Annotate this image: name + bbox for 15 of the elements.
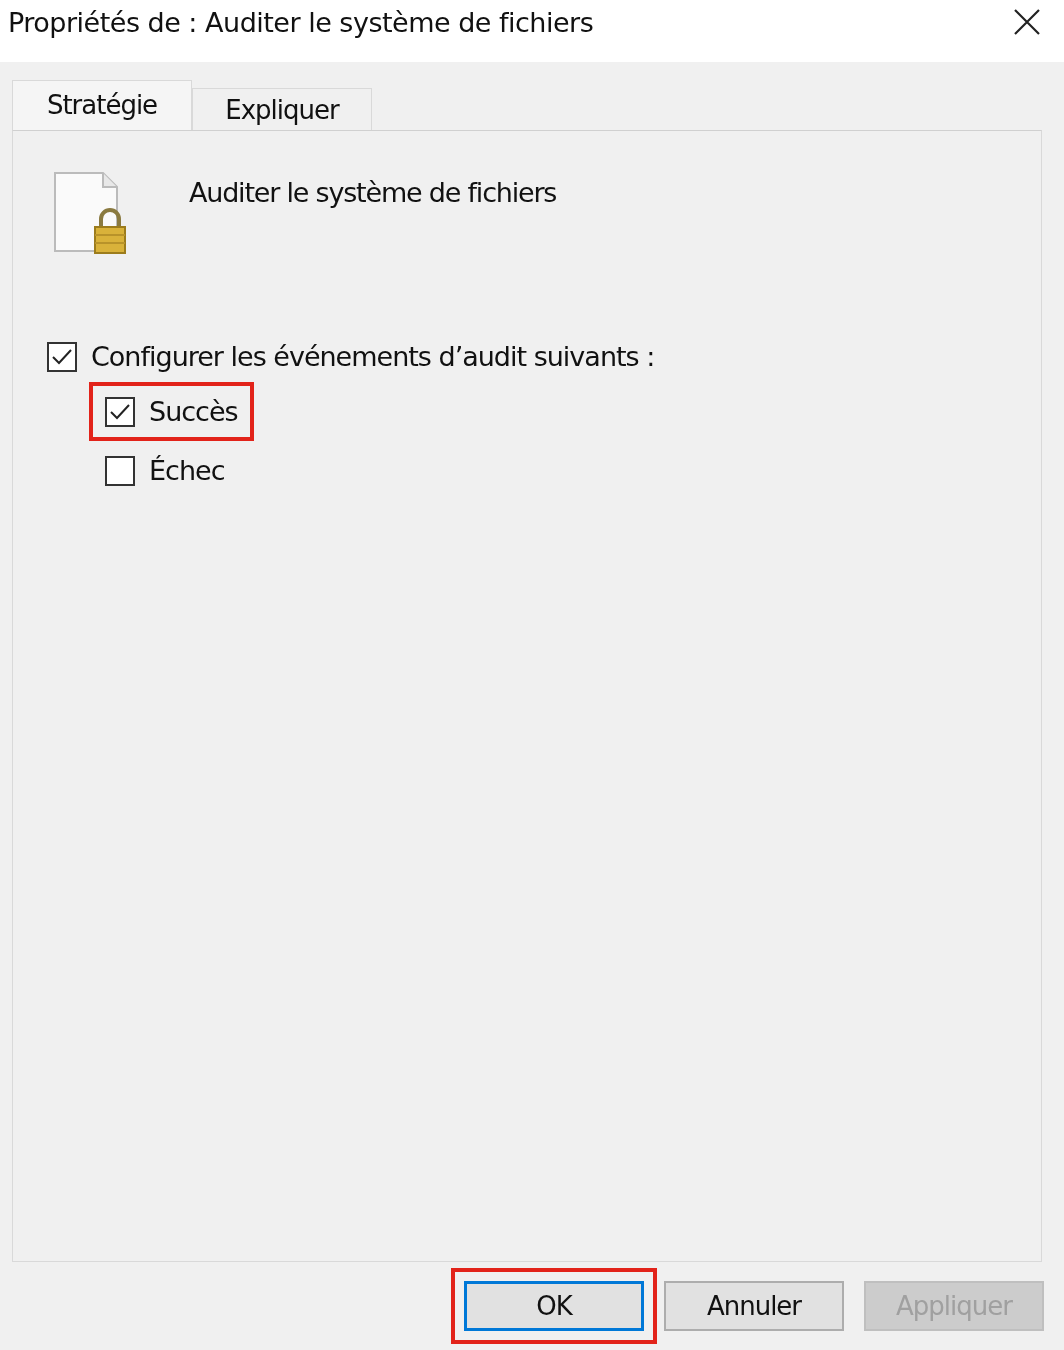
checkbox[interactable] <box>105 455 135 486</box>
checkbox[interactable] <box>47 341 77 372</box>
policy-name: Auditer le système de fichiers <box>189 176 557 208</box>
close-icon[interactable] <box>1012 7 1042 37</box>
checkbox-label: Configurer les événements d’audit suivants : <box>91 341 655 372</box>
checkbox-label: Échec <box>149 455 225 486</box>
checkbox[interactable] <box>105 396 135 427</box>
tab[interactable]: Expliquer <box>192 88 372 130</box>
checkmark-icon <box>51 347 73 366</box>
dialog-button[interactable]: Annuler <box>664 1281 844 1331</box>
checkmark-icon <box>109 402 131 421</box>
dialog-button[interactable]: OK <box>464 1281 644 1331</box>
checkbox-label: Succès <box>149 396 238 427</box>
tab[interactable]: Stratégie <box>12 80 192 130</box>
window-title: Propriétés de : Auditer le système de fichiers <box>8 6 594 38</box>
